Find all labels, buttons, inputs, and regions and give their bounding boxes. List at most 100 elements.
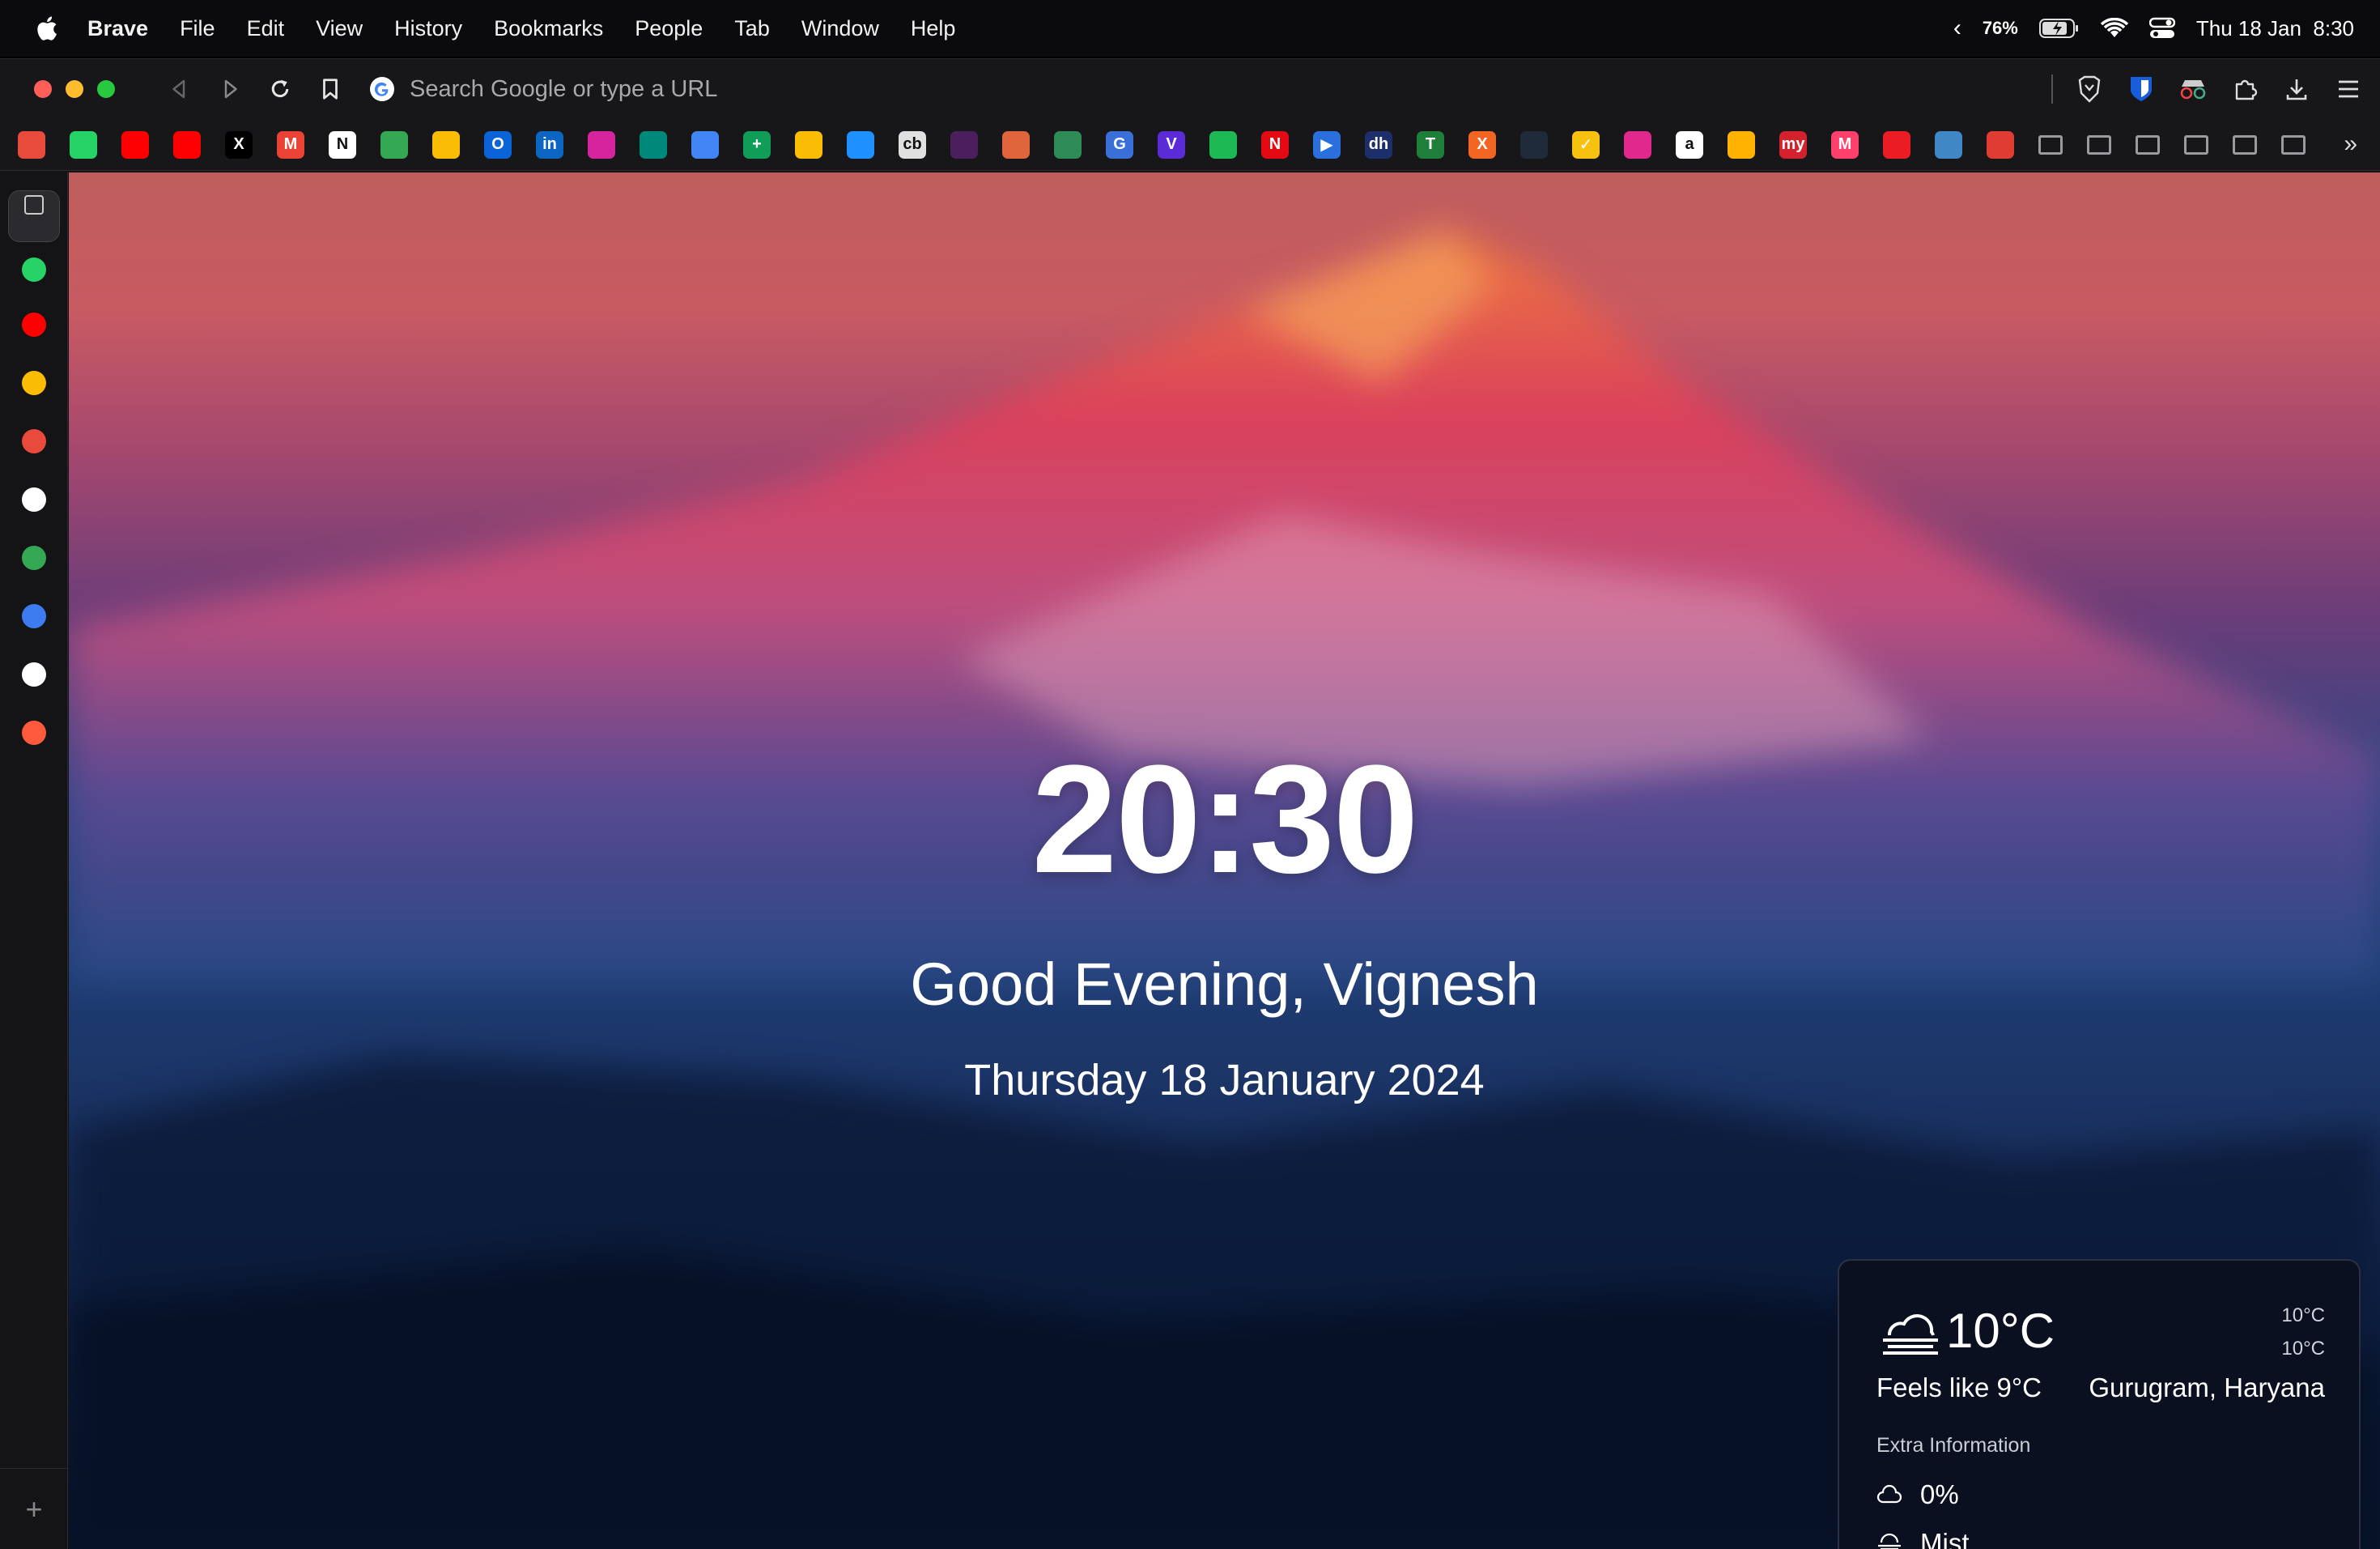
bookmark-drive-icon[interactable] [380,130,408,159]
bookmark-linkedin-icon[interactable]: in [536,130,563,159]
extensions-button[interactable] [2229,74,2260,104]
sidebar-assistant-icon[interactable] [18,717,50,749]
bookmark-notion-icon[interactable]: N [329,130,356,159]
bookmark-my-icon[interactable]: my [1779,130,1807,159]
menu-edit[interactable]: Edit [247,16,285,41]
zoom-window-button[interactable] [97,80,115,98]
menu-people[interactable]: People [635,16,703,41]
bookmark-youtube-icon[interactable] [121,130,149,159]
bookmark-instagram-icon[interactable] [588,130,615,159]
url-input[interactable] [410,75,1705,103]
close-window-button[interactable] [34,80,52,98]
sidebar-extensions-icon[interactable] [18,600,50,632]
bookmark-game-icon[interactable] [1520,130,1548,159]
menu-bookmarks[interactable]: Bookmarks [494,16,603,41]
bookmark-gs-icon[interactable]: G [1106,130,1133,159]
macos-menubar: Brave File Edit View History Bookmarks P… [0,0,2380,57]
address-bar[interactable] [369,70,2029,109]
bookmark-outlook-icon[interactable]: O [484,130,512,159]
bookmark-bolt-icon[interactable] [1728,130,1755,159]
bookmark-meet-icon[interactable] [640,130,667,159]
weather-high: 10°C [2281,1304,2325,1326]
sidebar-toggle-glyph [24,195,44,215]
bookmark-folder-5-icon[interactable] [2233,134,2257,155]
bookmark-moon-icon[interactable] [950,130,978,159]
bookmark-youtube-music-icon[interactable] [173,130,201,159]
bookmark-netflix-icon[interactable]: N [1261,130,1289,159]
sidebar-medium-icon[interactable] [18,483,50,516]
bookmark-myntra-icon[interactable]: M [1831,130,1859,159]
bookmark-acrobat-icon[interactable] [1883,130,1910,159]
bookmark-sheets-icon[interactable]: + [743,130,771,159]
puzzle-icon [2235,79,2258,100]
weather-extra-label: Extra Information [1876,1434,2031,1457]
bookmark-amazon-icon[interactable]: a [1676,130,1703,159]
bookmark-folder-2-icon[interactable] [2087,134,2111,155]
sidebar-store-icon[interactable] [18,425,50,457]
bookmark-dh-icon[interactable]: dh [1365,130,1392,159]
minimize-window-button[interactable] [66,80,83,98]
bookmark-folder-1-icon[interactable] [2038,134,2063,155]
menubar-datetime[interactable]: Thu 18 Jan 8:30 [2196,16,2354,41]
date-label: Thursday 18 January 2024 [964,1056,1485,1104]
bookmark-blue-tile-icon[interactable] [1935,130,1962,159]
bookmark-cb-icon[interactable]: cb [899,130,926,159]
sidebar-youtube-icon[interactable] [18,309,50,341]
menu-history[interactable]: History [394,16,462,41]
control-center-icon[interactable] [2148,17,2175,40]
menu-help[interactable]: Help [911,16,956,41]
bookmark-store-icon[interactable] [18,130,45,159]
weather-condition-row: Mist [1876,1528,1970,1549]
bookmark-tv-icon[interactable]: T [1417,130,1444,159]
bookmark-page-button[interactable] [314,73,346,105]
sidebar-add-button[interactable]: + [0,1468,68,1549]
sidebar-whatsapp-glyph [22,257,46,282]
chevron-left-icon[interactable]: ‹ [1953,15,1961,42]
bookmark-play-icon[interactable]: ▶ [1313,130,1341,159]
bookmark-folder-3-icon[interactable] [2136,134,2160,155]
apple-icon[interactable] [34,15,58,42]
sidebar-drive-icon[interactable] [18,542,50,574]
menu-view[interactable]: View [316,16,363,41]
bookmark-spotify-icon[interactable] [1209,130,1237,159]
forward-arrow-icon [224,79,237,99]
brave-shields-button[interactable] [2074,74,2105,104]
bookmark-red-arrow-icon[interactable] [1987,130,2014,159]
bookmark-v-icon[interactable]: V [1158,130,1185,159]
menu-app-name[interactable]: Brave [87,16,148,41]
bookmark-docs-icon[interactable] [691,130,719,159]
downloads-button[interactable] [2281,74,2312,104]
bookmark-folder-4-icon[interactable] [2184,134,2208,155]
bitwarden-extension[interactable] [2126,74,2157,104]
sidebar-whatsapp-icon[interactable] [18,253,50,286]
bookmark-photos-icon[interactable] [432,130,460,159]
bookmark-pink-icon[interactable] [1624,130,1651,159]
sidebar-github-icon[interactable] [18,658,50,691]
hamburger-menu-icon [2339,80,2358,98]
bookmark-tile-green-icon[interactable] [1054,130,1082,159]
sidebar-toggle-icon[interactable] [18,189,50,221]
weather-widget[interactable]: 10°C 10°C 10°C Feels like 9°C Gurugram, … [1838,1259,2361,1549]
wifi-icon[interactable] [2100,18,2128,39]
menu-window[interactable]: Window [801,16,879,41]
battery-icon[interactable] [2038,18,2080,39]
main-menu-button[interactable] [2333,74,2364,104]
reload-button[interactable] [264,73,296,105]
bookmark-x-orange-icon[interactable]: X [1468,130,1496,159]
forward-button[interactable] [214,73,246,105]
bookmark-folder-6-icon[interactable] [2281,134,2306,155]
bookmark-gmail-icon[interactable]: M [277,130,304,159]
menu-file[interactable]: File [180,16,215,41]
bookmark-x-icon[interactable]: X [225,130,253,159]
private-window-extension[interactable] [2178,74,2208,104]
sidebar-chrome-icon[interactable] [18,367,50,399]
bookmark-check-icon[interactable]: ✓ [1572,130,1600,159]
back-button[interactable] [164,73,196,105]
more-bookmarks-icon[interactable]: » [2344,130,2357,158]
bookmark-keep-icon[interactable] [795,130,822,159]
bookmark-tile-orange-icon[interactable] [1002,130,1030,159]
bookmark-whatsapp-icon[interactable] [70,130,97,159]
menu-tab[interactable]: Tab [734,16,770,41]
bookmark-safari-icon[interactable] [847,130,874,159]
brave-lion-icon [2078,75,2101,103]
